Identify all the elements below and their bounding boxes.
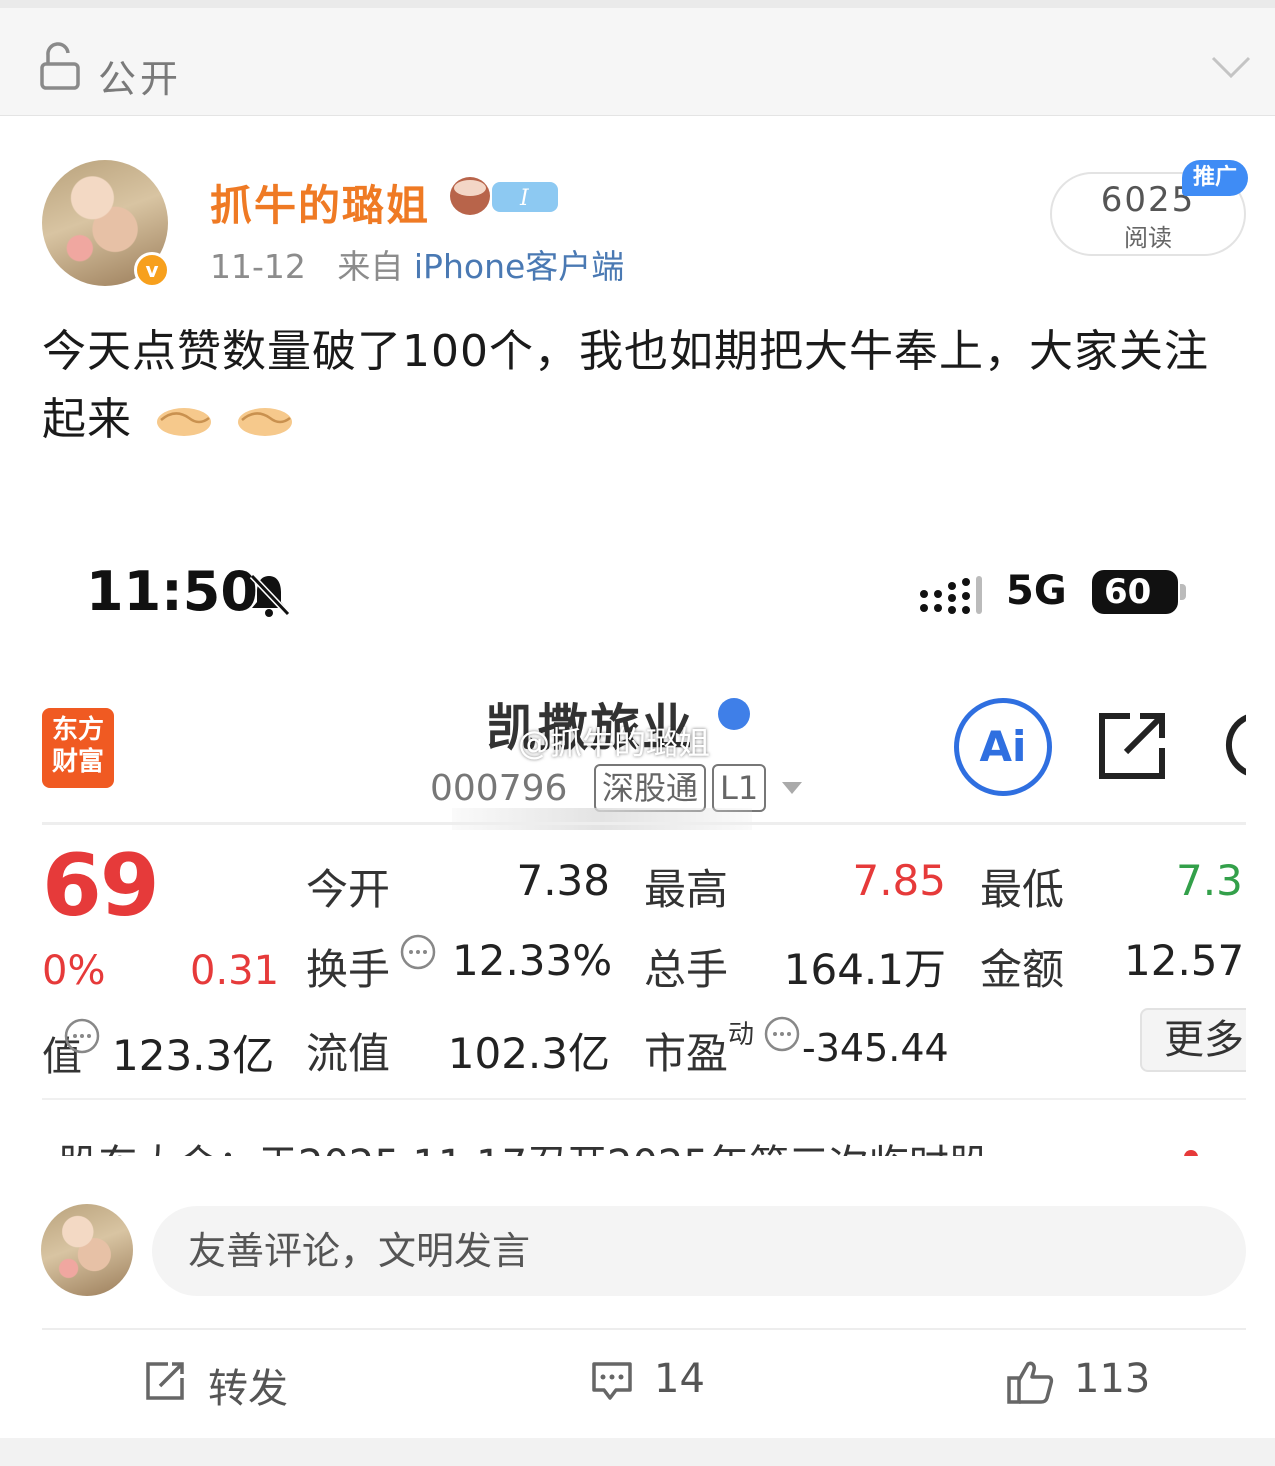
visibility-label: 公开 bbox=[98, 57, 183, 101]
turnover-value: 12.33% bbox=[452, 936, 613, 985]
circle-menu-icon[interactable] bbox=[1214, 712, 1246, 778]
battery-cap bbox=[1180, 584, 1186, 600]
amount-value: 12.57 bbox=[1124, 936, 1245, 985]
info-dots-icon[interactable] bbox=[400, 934, 436, 970]
amount-label: 金额 bbox=[980, 945, 1065, 994]
tag-connect: 深股通 bbox=[594, 764, 707, 812]
volume-value: 164.1万 bbox=[783, 945, 946, 994]
comment-icon bbox=[592, 1362, 632, 1400]
pe-value: -345.44 bbox=[802, 1026, 949, 1070]
post-text: 今天点赞数量破了100个，我也如期把大牛奉上，大家关注起来 bbox=[42, 326, 1209, 445]
stock-badge-icon bbox=[718, 698, 750, 730]
visibility-bar[interactable]: 公开 bbox=[0, 0, 1275, 116]
divider bbox=[42, 822, 1246, 825]
high-label: 最高 bbox=[644, 865, 729, 914]
high-value: 7.85 bbox=[852, 856, 946, 905]
promote-badge[interactable]: 推广 bbox=[1182, 160, 1248, 196]
repost-icon bbox=[146, 1362, 184, 1400]
more-button[interactable]: 更多 bbox=[1140, 1008, 1246, 1072]
info-dots-icon[interactable] bbox=[64, 1018, 100, 1054]
low-label: 最低 bbox=[980, 865, 1065, 914]
float-cap-value: 102.3亿 bbox=[447, 1029, 610, 1078]
change-amount: 0.31 bbox=[190, 948, 280, 994]
svg-text:I: I bbox=[519, 186, 530, 211]
notice-dot bbox=[1184, 1150, 1198, 1156]
signal-icon bbox=[920, 576, 982, 614]
divider bbox=[42, 1328, 1246, 1330]
info-dots-icon[interactable] bbox=[764, 1016, 800, 1052]
divider bbox=[42, 1098, 1246, 1100]
unlock-icon bbox=[40, 42, 80, 90]
app-logo[interactable]: 东方 财富 bbox=[42, 708, 114, 788]
my-avatar bbox=[41, 1204, 133, 1296]
like-count: 113 bbox=[1074, 1356, 1151, 1402]
network-type: 5G bbox=[1006, 568, 1067, 614]
thumbs-up-icon bbox=[1007, 1361, 1054, 1404]
post-meta: 11-12 来自 iPhone客户端 bbox=[210, 240, 624, 288]
like-button[interactable]: 113 bbox=[1006, 1356, 1150, 1412]
image-watermark: @抓牛的璐姐 bbox=[518, 724, 711, 762]
comment-button[interactable]: 14 bbox=[590, 1356, 710, 1412]
open-label: 今开 bbox=[306, 865, 391, 914]
post-date: 11-12 bbox=[210, 247, 306, 286]
share-icon[interactable] bbox=[1096, 710, 1168, 782]
repost-label: 转发 bbox=[208, 1366, 288, 1412]
post-image[interactable]: 11:50 5G 60 东方 财富 凯撒旅业 000796 深股通 L1 @抓牛… bbox=[42, 540, 1246, 1156]
turnover-label: 换手 bbox=[306, 945, 391, 994]
market-cap-value: 123.3亿 bbox=[112, 1031, 275, 1080]
status-time: 11:50 bbox=[86, 560, 258, 623]
comment-placeholder: 友善评论，文明发言 bbox=[188, 1229, 531, 1273]
repost-button[interactable]: 转发 bbox=[144, 1356, 304, 1412]
comment-input[interactable]: 友善评论，文明发言 bbox=[152, 1206, 1246, 1296]
ai-button[interactable]: Ai bbox=[954, 698, 1052, 796]
pe-sup: 动 bbox=[728, 1020, 755, 1050]
float-cap-label: 流值 bbox=[306, 1029, 391, 1078]
app-logo-text: 东方 财富 bbox=[51, 715, 104, 777]
handshake-emoji-icon bbox=[157, 408, 211, 436]
stock-code: 000796 bbox=[430, 768, 568, 809]
bell-muted-icon bbox=[249, 573, 290, 617]
volume-label: 总手 bbox=[644, 945, 729, 994]
post-body: 今天点赞数量破了100个，我也如期把大牛奉上，大家关注起来 bbox=[42, 318, 1242, 454]
battery-level: 60 bbox=[1092, 570, 1178, 614]
pe-label: 市盈 bbox=[644, 1029, 729, 1078]
post-source[interactable]: iPhone客户端 bbox=[414, 247, 624, 286]
author-name[interactable]: 抓牛的璐姐 bbox=[210, 172, 430, 233]
footer-strip bbox=[0, 1438, 1275, 1466]
handshake-emoji-icon bbox=[238, 408, 292, 436]
comment-count: 14 bbox=[654, 1356, 705, 1402]
low-value: 7.3 bbox=[1176, 856, 1243, 905]
watermark-strip bbox=[452, 808, 752, 830]
member-medal-icon: I bbox=[450, 177, 558, 215]
stock-price: 69 bbox=[42, 836, 160, 936]
change-percent: 0% bbox=[42, 948, 106, 994]
notice-text[interactable]: 股东大会：于2025.11.17召开2025年第三次临时股 bbox=[58, 1132, 989, 1156]
tag-level: L1 bbox=[712, 764, 767, 812]
chevron-down-icon[interactable] bbox=[1210, 52, 1252, 82]
verified-badge-icon: v bbox=[134, 252, 170, 288]
caret-down-icon[interactable] bbox=[782, 782, 802, 794]
open-value: 7.38 bbox=[516, 856, 610, 905]
source-prefix: 来自 bbox=[337, 247, 404, 286]
read-label: 阅读 bbox=[1124, 224, 1172, 252]
